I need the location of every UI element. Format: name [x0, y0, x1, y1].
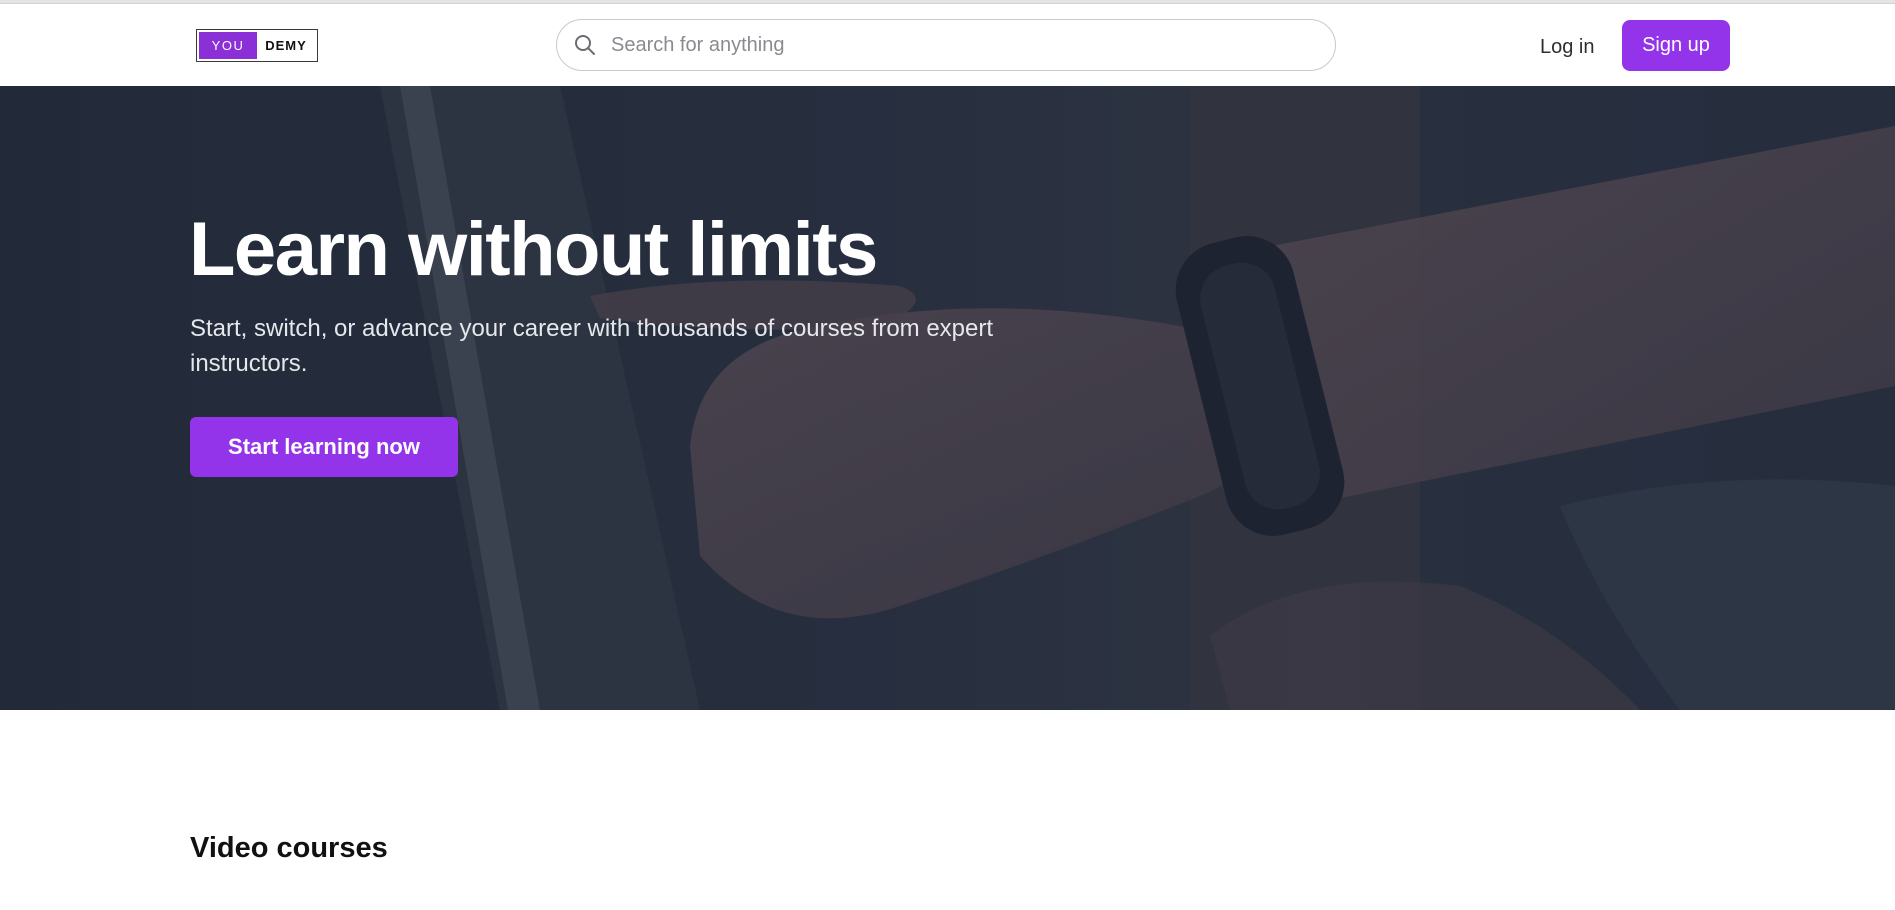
- logo-you-text: YOU: [199, 32, 257, 59]
- search-bar[interactable]: [556, 19, 1336, 71]
- logo-demy-text: DEMY: [265, 38, 307, 53]
- hero-subtitle: Start, switch, or advance your career wi…: [190, 315, 994, 377]
- login-link[interactable]: Log in: [1540, 36, 1595, 59]
- signup-button[interactable]: Sign up: [1622, 20, 1730, 71]
- search-icon: [573, 32, 599, 58]
- start-learning-button[interactable]: Start learning now: [190, 417, 458, 477]
- top-navbar: YOU DEMY Log in Sign up: [0, 4, 1895, 86]
- hero-background-image: [0, 86, 1895, 710]
- hero-banner: Learn without limits Start, switch, or a…: [0, 86, 1895, 710]
- youdemy-logo[interactable]: YOU DEMY: [196, 29, 318, 62]
- video-courses-heading: Video courses: [190, 832, 388, 864]
- hero-title: Learn without limits: [189, 207, 878, 292]
- search-input[interactable]: [611, 33, 1311, 57]
